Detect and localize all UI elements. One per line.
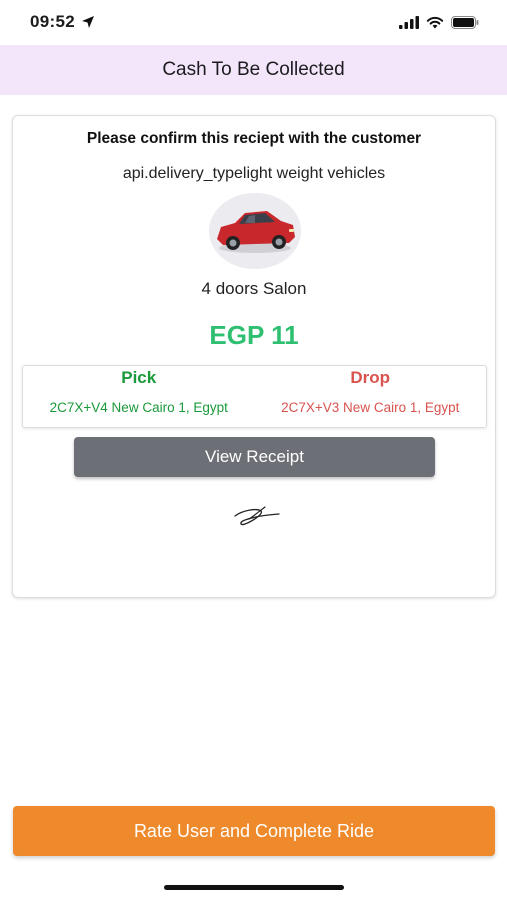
drop-location: Drop 2C7X+V3 New Cairo 1, Egypt (255, 366, 487, 427)
signature-image (234, 506, 280, 526)
page-title: Cash To Be Collected (162, 59, 345, 80)
location-arrow-icon (81, 16, 94, 28)
screen: 09:52 Cash To Be Collected Please confir… (0, 0, 507, 900)
car-label: 4 doors Salon (201, 279, 307, 298)
pick-location: Pick 2C7X+V4 New Cairo 1, Egypt (23, 366, 255, 427)
rate-complete-button[interactable]: Rate User and Complete Ride (13, 806, 495, 856)
pick-title: Pick (121, 368, 157, 387)
status-time: 09:52 (30, 12, 75, 31)
car-image (209, 193, 301, 269)
red-car-image (209, 193, 301, 269)
drop-title: Drop (350, 368, 391, 387)
drop-address: 2C7X+V3 New Cairo 1, Egypt (281, 400, 460, 415)
header-bar: Cash To Be Collected (0, 45, 507, 95)
confirm-text: Please confirm this reciept with the cus… (86, 130, 422, 147)
view-receipt-button[interactable]: View Receipt (74, 437, 435, 477)
receipt-card: Please confirm this reciept with the cus… (12, 115, 496, 598)
battery-icon (451, 15, 479, 29)
status-bar: 09:52 (0, 0, 507, 44)
cellular-signal-icon (399, 15, 419, 29)
status-time-group: 09:52 (30, 12, 95, 32)
pick-drop-box: Pick 2C7X+V4 New Cairo 1, Egypt Drop 2C7… (22, 365, 487, 428)
status-icons (399, 15, 479, 29)
home-indicator[interactable] (164, 885, 344, 890)
pick-address: 2C7X+V4 New Cairo 1, Egypt (49, 400, 228, 415)
fare-price: EGP 11 (209, 320, 299, 350)
vehicle-type-text: api.delivery_typelight weight vehicles (122, 165, 386, 182)
wifi-icon (426, 16, 444, 28)
